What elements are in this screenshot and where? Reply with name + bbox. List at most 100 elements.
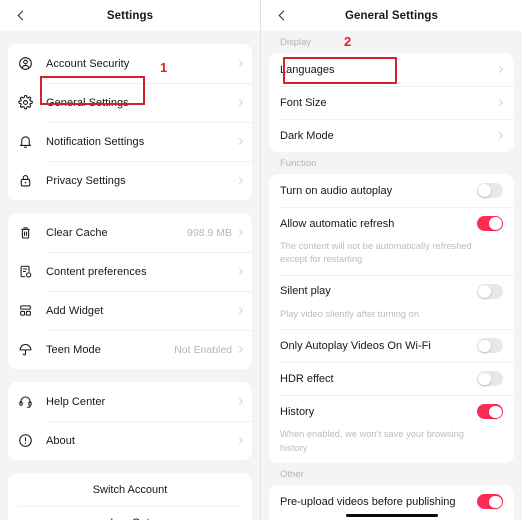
row-account-security[interactable]: Account Security xyxy=(8,44,252,83)
log-out-button[interactable]: Log Out xyxy=(8,506,252,520)
settings-group-content: Clear Cache 998.9 MB Content preferences xyxy=(8,213,252,369)
headset-icon xyxy=(18,394,46,409)
annotation-number-1: 1 xyxy=(160,60,168,75)
lock-icon xyxy=(18,173,46,188)
row-label: About xyxy=(46,434,75,447)
settings-group-support: Help Center About xyxy=(8,382,252,460)
toggle-hdr-effect[interactable] xyxy=(477,371,503,387)
row-about[interactable]: About xyxy=(8,421,252,460)
settings-screen: Settings Account Security General Settin… xyxy=(0,0,261,520)
row-label: Clear Cache xyxy=(46,226,108,239)
back-button-general-settings[interactable] xyxy=(267,0,297,31)
chevron-right-icon xyxy=(235,59,244,68)
bell-icon xyxy=(18,134,46,149)
page-title-settings: Settings xyxy=(106,9,154,22)
row-hdr-effect[interactable]: HDR effect xyxy=(269,362,514,395)
page-title-general-settings: General Settings xyxy=(345,9,438,22)
toggle-knob xyxy=(478,372,491,386)
row-notification-settings[interactable]: Notification Settings xyxy=(8,122,252,161)
display-settings-card: Languages Font Size Dark Mode xyxy=(269,53,514,152)
chevron-right-icon xyxy=(495,65,504,74)
row-history[interactable]: History When enabled, we won’t save your… xyxy=(269,395,514,463)
row-privacy-settings[interactable]: Privacy Settings xyxy=(8,161,252,200)
row-label: Add Widget xyxy=(46,304,104,317)
dual-screenshot-container: Settings Account Security General Settin… xyxy=(0,0,522,520)
row-hint: Play video silently after turning on xyxy=(280,308,420,319)
chevron-left-icon xyxy=(278,10,289,21)
chevron-right-icon xyxy=(235,436,244,445)
chevron-right-icon xyxy=(495,131,504,140)
toggle-knob xyxy=(478,285,491,298)
chevron-right-icon xyxy=(235,345,244,354)
home-indicator xyxy=(345,513,438,517)
widget-grid-icon xyxy=(18,303,46,318)
toggle-knob xyxy=(489,217,502,230)
toggle-knob xyxy=(489,495,502,509)
annotation-number-2: 2 xyxy=(344,34,352,49)
row-label: Privacy Settings xyxy=(46,174,126,187)
section-label-other: Other xyxy=(280,468,304,480)
row-languages[interactable]: Languages xyxy=(269,53,514,86)
row-value-cache-size: 998.9 MB xyxy=(187,226,232,239)
trash-icon xyxy=(18,225,46,240)
row-label: HDR effect xyxy=(280,372,334,385)
row-label: General Settings xyxy=(46,96,129,109)
row-label: Only Autoplay Videos On Wi-Fi xyxy=(280,339,431,352)
row-label: History xyxy=(280,405,315,418)
switch-account-label: Switch Account xyxy=(92,483,168,496)
toggle-knob xyxy=(489,405,502,419)
toggle-pre-upload-videos[interactable] xyxy=(477,494,503,510)
row-audio-autoplay[interactable]: Turn on audio autoplay xyxy=(269,174,514,207)
row-label: Languages xyxy=(280,63,335,76)
settings-group-account: Account Security General Settings Notifi… xyxy=(8,44,252,200)
row-dark-mode[interactable]: Dark Mode xyxy=(269,119,514,152)
row-font-size[interactable]: Font Size xyxy=(269,86,514,119)
row-hint: When enabled, we won’t save your browsin… xyxy=(280,429,464,453)
row-label: Silent play xyxy=(280,285,331,298)
row-automatic-refresh[interactable]: Allow automatic refresh The content will… xyxy=(269,207,514,275)
chevron-right-icon xyxy=(235,137,244,146)
row-label: Teen Mode xyxy=(46,343,101,356)
chevron-right-icon xyxy=(235,228,244,237)
toggle-only-autoplay-wifi[interactable] xyxy=(477,338,503,354)
row-label: Pre-upload videos before publishing xyxy=(280,495,456,508)
function-settings-card: Turn on audio autoplay Allow automatic r… xyxy=(269,174,514,464)
switch-account-button[interactable]: Switch Account xyxy=(8,473,252,506)
toggle-automatic-refresh[interactable] xyxy=(477,216,503,231)
toggle-history[interactable] xyxy=(477,404,503,420)
row-general-settings[interactable]: General Settings xyxy=(8,83,252,122)
left-header: Settings xyxy=(0,0,260,31)
chevron-right-icon xyxy=(235,306,244,315)
toggle-knob xyxy=(478,184,491,197)
toggle-knob xyxy=(478,339,491,353)
row-hint: The content will not be automatically re… xyxy=(280,241,472,265)
row-add-widget[interactable]: Add Widget xyxy=(8,291,252,330)
toggle-silent-play[interactable] xyxy=(477,283,503,299)
chevron-right-icon xyxy=(495,98,504,107)
row-label: Content preferences xyxy=(46,265,147,278)
row-label: Allow automatic refresh xyxy=(280,217,395,230)
toggle-audio-autoplay[interactable] xyxy=(477,183,503,198)
row-help-center[interactable]: Help Center xyxy=(8,382,252,421)
row-teen-mode[interactable]: Teen Mode Not Enabled xyxy=(8,330,252,369)
section-label-display: Display xyxy=(280,36,312,48)
row-label: Notification Settings xyxy=(46,135,145,148)
account-circle-icon xyxy=(18,56,46,71)
chevron-right-icon xyxy=(235,176,244,185)
document-check-icon xyxy=(18,264,46,279)
chevron-right-icon xyxy=(235,98,244,107)
row-only-autoplay-wifi[interactable]: Only Autoplay Videos On Wi-Fi xyxy=(269,329,514,362)
chevron-right-icon xyxy=(235,397,244,406)
right-header: General Settings xyxy=(261,0,522,31)
row-label: Account Security xyxy=(46,57,130,70)
back-button-settings[interactable] xyxy=(6,0,36,31)
row-clear-cache[interactable]: Clear Cache 998.9 MB xyxy=(8,213,252,252)
row-silent-play[interactable]: Silent play Play video silently after tu… xyxy=(269,274,514,329)
row-content-preferences[interactable]: Content preferences xyxy=(8,252,252,291)
row-label: Turn on audio autoplay xyxy=(280,184,393,197)
chevron-left-icon xyxy=(17,10,28,21)
